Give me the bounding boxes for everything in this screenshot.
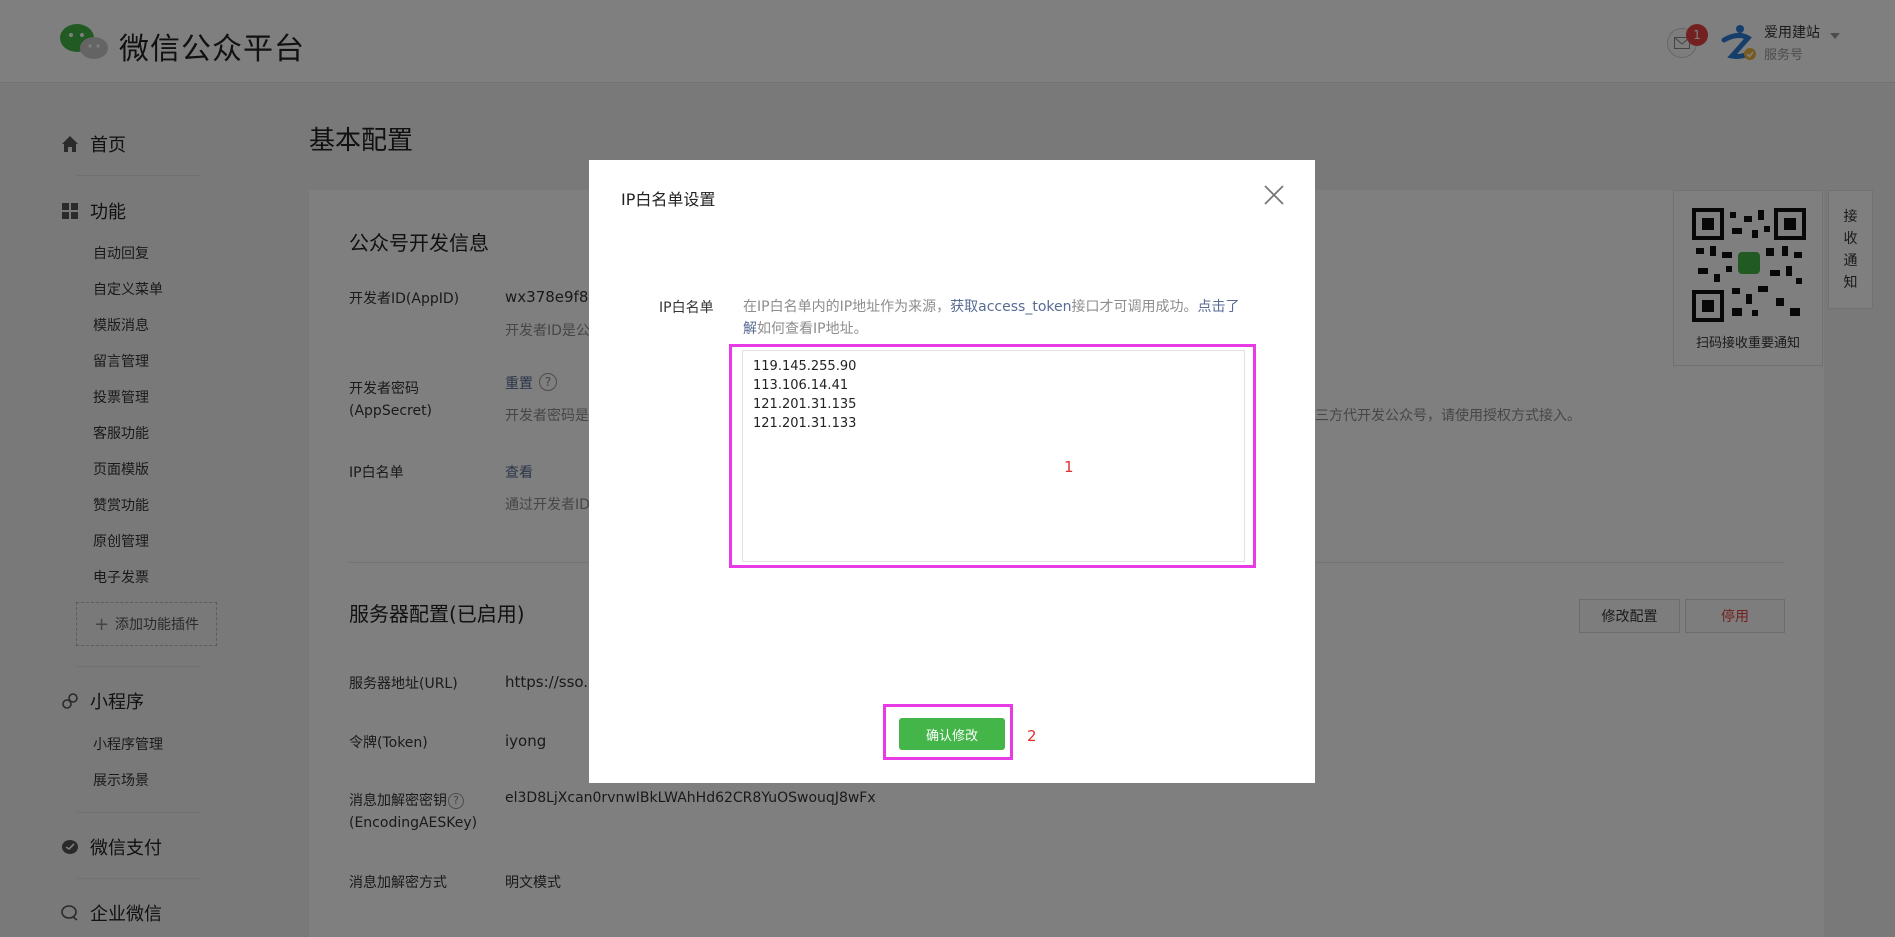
annotation-number: 1: [1064, 458, 1074, 476]
annotation-number: 2: [1027, 727, 1037, 745]
ip-list-textarea[interactable]: 119.145.255.90 113.106.14.41 121.201.31.…: [742, 350, 1245, 562]
access-token-link[interactable]: 获取access_token: [950, 299, 1071, 315]
close-icon[interactable]: [1262, 183, 1286, 207]
desc-text: 接口才可调用成功。: [1071, 299, 1198, 315]
desc-text: 在IP白名单内的IP地址作为来源，: [743, 299, 951, 315]
dialog-title: IP白名单设置: [621, 190, 716, 209]
dialog-description: 在IP白名单内的IP地址作为来源，获取access_token接口才可调用成功。…: [743, 296, 1240, 340]
confirm-button[interactable]: 确认修改: [899, 718, 1005, 750]
desc-text: 如何查看IP地址。: [757, 321, 868, 337]
dialog-field-label: IP白名单: [659, 300, 714, 316]
